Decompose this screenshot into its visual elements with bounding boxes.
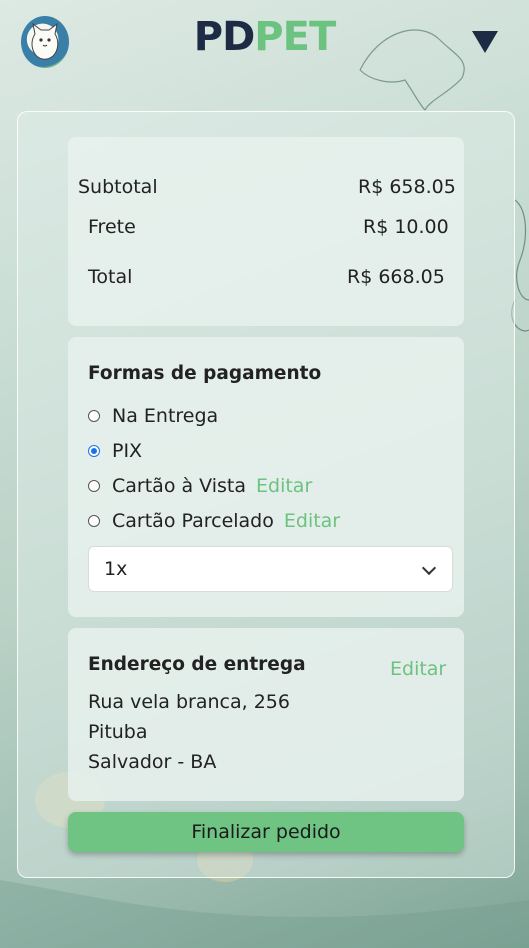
- shipping-label: Frete: [88, 216, 136, 238]
- brand-logo-text: PDPET: [0, 14, 529, 60]
- installments-select[interactable]: 1x: [88, 546, 453, 592]
- brand-pd: PD: [193, 14, 256, 60]
- edit-cartao-vista-link[interactable]: Editar: [256, 475, 312, 497]
- subtotal-value: R$ 658.05: [358, 176, 456, 198]
- edit-cartao-parcelado-link[interactable]: Editar: [284, 510, 340, 532]
- payment-option-cartao-vista[interactable]: Cartão à Vista Editar: [88, 474, 312, 498]
- subtotal-label: Subtotal: [78, 176, 158, 198]
- top-header: PDPET: [0, 0, 529, 90]
- total-value: R$ 668.05: [347, 266, 445, 288]
- payment-option-label: Cartão à Vista: [112, 475, 247, 497]
- payment-option-label: Na Entrega: [112, 405, 219, 427]
- finish-order-button[interactable]: Finalizar pedido: [68, 812, 464, 852]
- payment-option-cartao-parcelado[interactable]: Cartão Parcelado Editar: [88, 509, 340, 533]
- chevron-down-icon: [421, 560, 437, 576]
- payment-option-label: Cartão Parcelado: [112, 510, 274, 532]
- radio-pix[interactable]: [88, 445, 100, 457]
- edit-address-link[interactable]: Editar: [390, 658, 446, 680]
- shipping-value: R$ 10.00: [363, 216, 449, 238]
- installments-value: 1x: [104, 558, 128, 580]
- address-district: Pituba: [88, 721, 148, 743]
- address-street: Rua vela branca, 256: [88, 691, 290, 713]
- brand-pet: PET: [254, 14, 336, 60]
- menu-triangle-icon[interactable]: [472, 31, 498, 53]
- total-label: Total: [88, 266, 133, 288]
- address-city: Salvador - BA: [88, 751, 217, 773]
- payment-option-pix[interactable]: PIX: [88, 439, 142, 463]
- radio-na-entrega[interactable]: [88, 410, 100, 422]
- payment-option-na-entrega[interactable]: Na Entrega: [88, 404, 218, 428]
- address-title: Endereço de entrega: [88, 654, 306, 675]
- payment-title: Formas de pagamento: [88, 363, 322, 384]
- radio-cartao-vista[interactable]: [88, 480, 100, 492]
- payment-option-label: PIX: [112, 440, 143, 462]
- radio-cartao-parcelado[interactable]: [88, 515, 100, 527]
